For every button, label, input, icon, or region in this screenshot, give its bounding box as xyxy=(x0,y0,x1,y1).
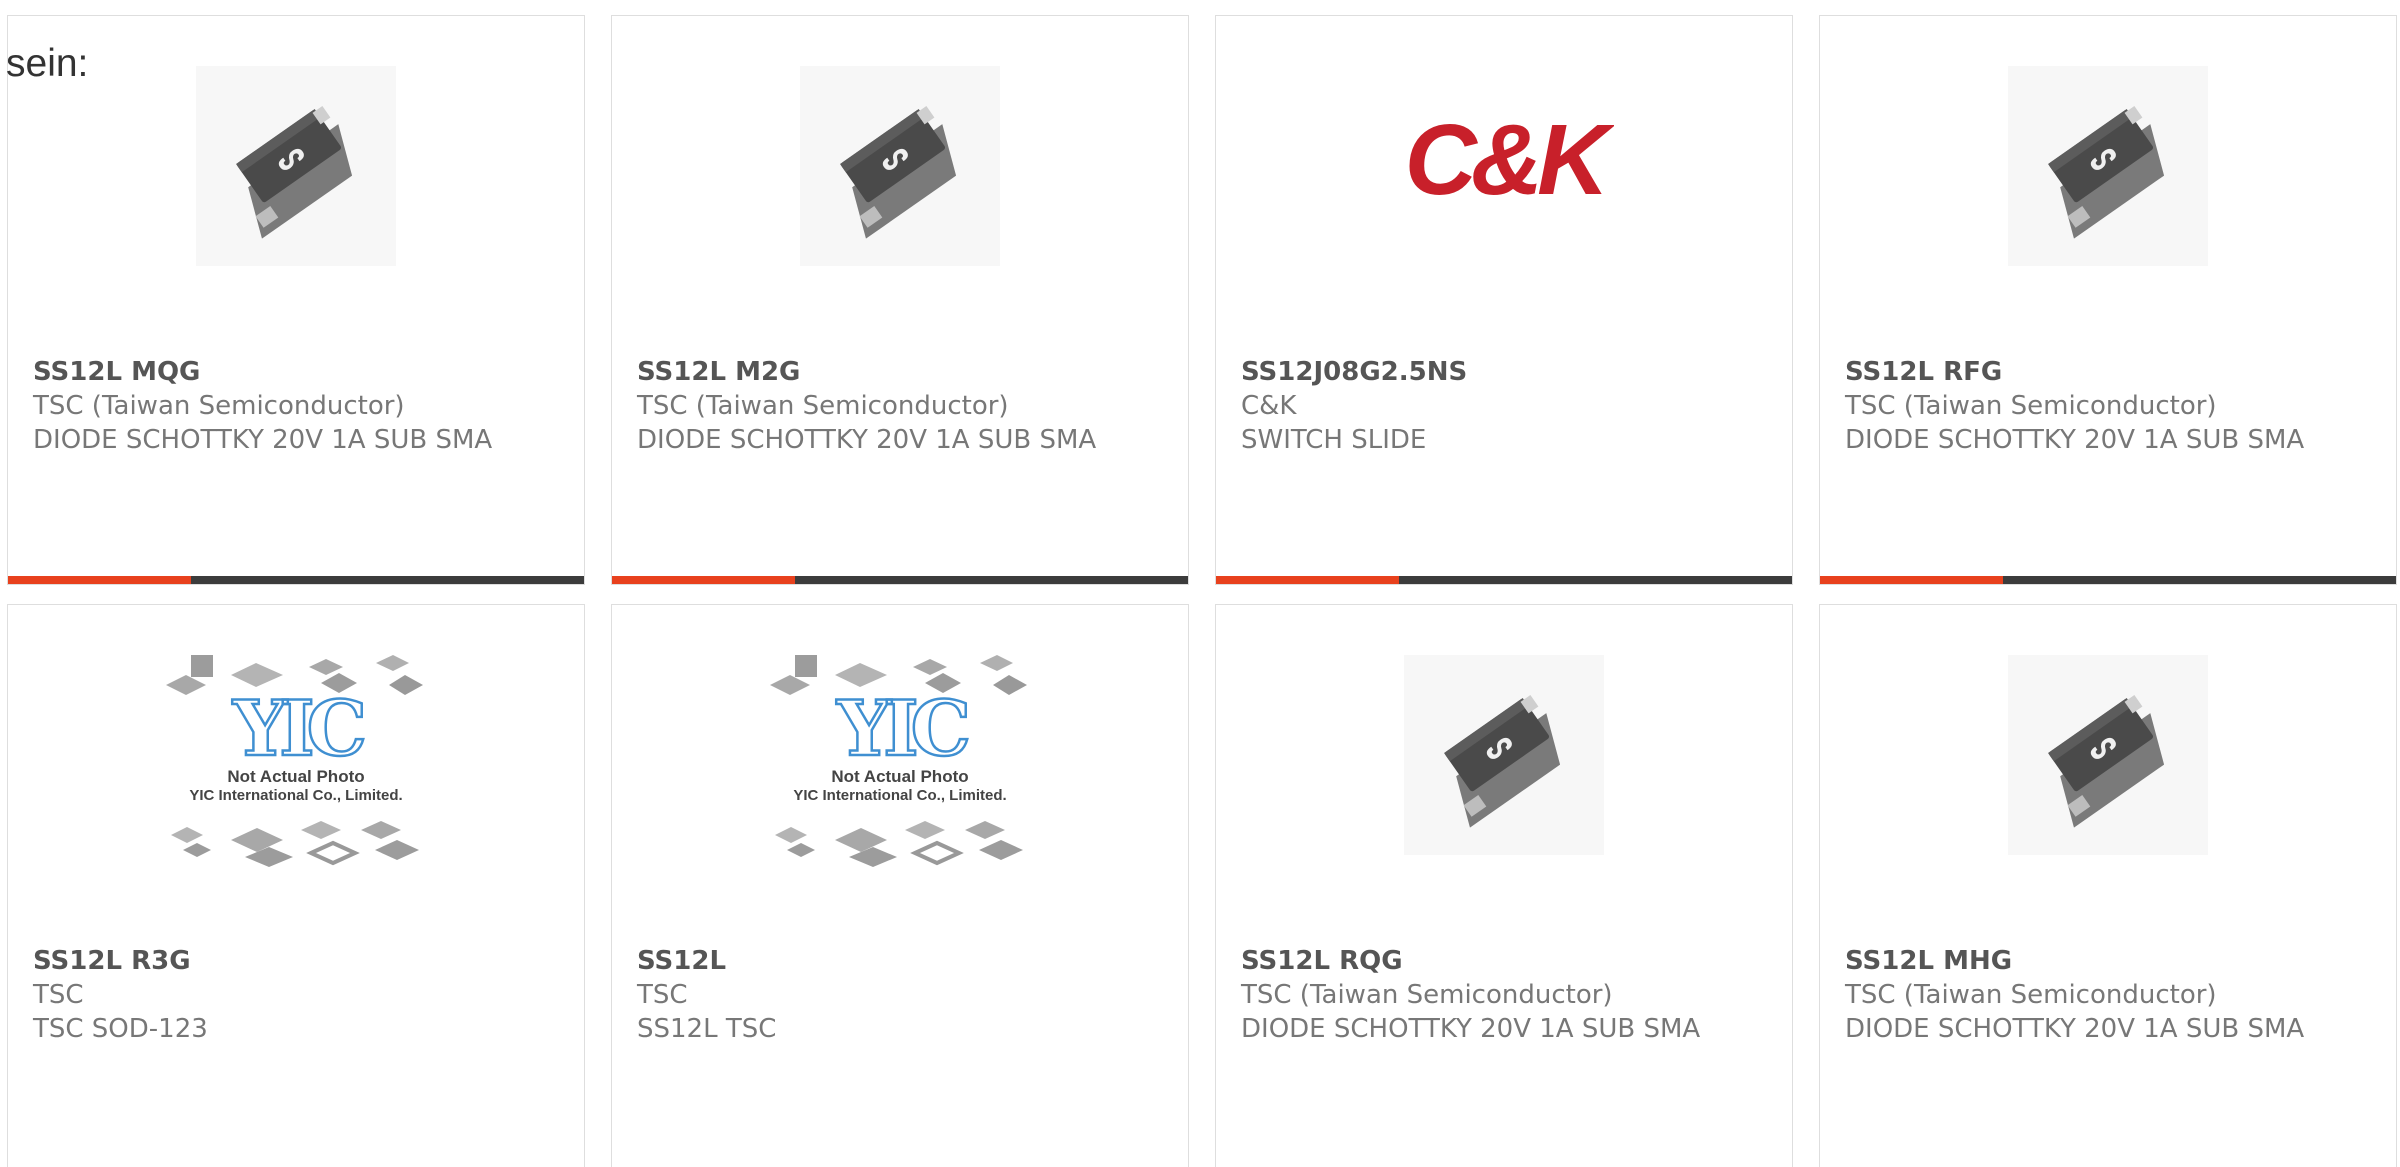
sma-diode-icon: ᔕ xyxy=(2008,66,2208,266)
sma-diode-icon: ᔕ xyxy=(196,66,396,266)
product-image[interactable]: ᔕ xyxy=(1820,645,2396,865)
product-card[interactable]: ᔕ SS12L RQG TSC (Taiwan Semiconductor) D… xyxy=(1215,604,1793,1167)
product-card[interactable]: YIC Not Actual Photo YIC International C… xyxy=(7,604,585,1167)
manufacturer-text: TSC (Taiwan Semiconductor) xyxy=(1845,391,2217,421)
product-card[interactable]: ᔕ SS12L MHG TSC (Taiwan Semiconductor) D… xyxy=(1819,604,2397,1167)
manufacturer-text: TSC (Taiwan Semiconductor) xyxy=(1241,980,1613,1010)
product-card[interactable]: C&K ® SS12J08G2.5NS C&K SWITCH SLIDE xyxy=(1215,15,1793,585)
intro-text: sein: xyxy=(6,42,89,85)
manufacturer-text: TSC (Taiwan Semiconductor) xyxy=(33,391,405,421)
manufacturer-text: TSC (Taiwan Semiconductor) xyxy=(637,391,1009,421)
product-info: SS12L MHG TSC (Taiwan Semiconductor) DIO… xyxy=(1845,944,2376,1046)
yic-company-text: YIC International Co., Limited. xyxy=(189,787,403,804)
part-number-link[interactable]: SS12L xyxy=(637,944,1168,978)
product-info: SS12L TSC SS12L TSC xyxy=(637,944,1168,1046)
description-text: DIODE SCHOTTKY 20V 1A SUB SMA xyxy=(1845,425,2305,455)
product-info: SS12L M2G TSC (Taiwan Semiconductor) DIO… xyxy=(637,355,1168,457)
product-card[interactable]: ᔕ SS12L M2G TSC (Taiwan Semiconductor) D… xyxy=(611,15,1189,585)
description-text: DIODE SCHOTTKY 20V 1A SUB SMA xyxy=(1241,1014,1701,1044)
part-number-link[interactable]: SS12J08G2.5NS xyxy=(1241,355,1772,389)
product-card[interactable]: ᔕ SS12L MQG TSC (Taiwan Semiconductor) D… xyxy=(7,15,585,585)
card-accent-bar xyxy=(612,576,795,584)
product-image[interactable]: ᔕ xyxy=(8,56,584,276)
sma-diode-icon: ᔕ xyxy=(1404,655,1604,855)
product-image[interactable]: YIC Not Actual Photo YIC International C… xyxy=(8,645,584,867)
part-number-link[interactable]: SS12L MQG xyxy=(33,355,564,389)
not-actual-photo-text: Not Actual Photo xyxy=(227,767,365,786)
card-bottom-bar xyxy=(8,576,584,584)
part-number-link[interactable]: SS12L R3G xyxy=(33,944,564,978)
part-number-link[interactable]: SS12L M2G xyxy=(637,355,1168,389)
ck-logo-icon: C&K ® xyxy=(1405,106,1614,216)
part-number-link[interactable]: SS12L MHG xyxy=(1845,944,2376,978)
manufacturer-text: TSC (Taiwan Semiconductor) xyxy=(1845,980,2217,1010)
manufacturer-text: C&K xyxy=(1241,391,1297,421)
product-info: SS12L MQG TSC (Taiwan Semiconductor) DIO… xyxy=(33,355,564,457)
not-actual-photo-placeholder: YIC Not Actual Photo YIC International C… xyxy=(765,635,1035,875)
product-card[interactable]: ᔕ SS12L RFG TSC (Taiwan Semiconductor) D… xyxy=(1819,15,2397,585)
card-bottom-bar xyxy=(1216,576,1792,584)
product-image[interactable]: C&K ® xyxy=(1216,56,1792,276)
chip-packages-icon: YIC xyxy=(166,655,423,867)
not-actual-photo-placeholder: YIC Not Actual Photo YIC International C… xyxy=(161,635,431,875)
description-text: TSC SOD-123 xyxy=(33,1014,208,1044)
product-info: SS12L RFG TSC (Taiwan Semiconductor) DIO… xyxy=(1845,355,2376,457)
yic-logo-text: YIC xyxy=(836,684,968,773)
product-info: SS12L RQG TSC (Taiwan Semiconductor) DIO… xyxy=(1241,944,1772,1046)
yic-logo-text: YIC xyxy=(232,684,364,773)
card-accent-bar xyxy=(8,576,191,584)
card-accent-bar xyxy=(1216,576,1399,584)
chip-packages-icon: YIC xyxy=(770,655,1027,867)
product-image[interactable]: ᔕ xyxy=(612,56,1188,276)
card-bottom-bar xyxy=(1820,576,2396,584)
sma-diode-icon: ᔕ xyxy=(800,66,1000,266)
product-image[interactable]: ᔕ xyxy=(1216,645,1792,865)
product-grid-page: sein: ᔕ SS12L MQG TSC (Taiwan Semiconduc… xyxy=(0,0,2400,1167)
product-info: SS12L R3G TSC TSC SOD-123 xyxy=(33,944,564,1046)
product-info: SS12J08G2.5NS C&K SWITCH SLIDE xyxy=(1241,355,1772,457)
description-text: DIODE SCHOTTKY 20V 1A SUB SMA xyxy=(33,425,493,455)
manufacturer-text: TSC xyxy=(637,980,688,1010)
svg-text:®: ® xyxy=(1596,128,1604,139)
ck-logo-text: C&K xyxy=(1405,106,1614,216)
product-card[interactable]: YIC Not Actual Photo YIC International C… xyxy=(611,604,1189,1167)
part-number-link[interactable]: SS12L RFG xyxy=(1845,355,2376,389)
yic-company-text: YIC International Co., Limited. xyxy=(793,787,1007,804)
not-actual-photo-text: Not Actual Photo xyxy=(831,767,969,786)
description-text: DIODE SCHOTTKY 20V 1A SUB SMA xyxy=(1845,1014,2305,1044)
card-bottom-bar xyxy=(612,576,1188,584)
description-text: SS12L TSC xyxy=(637,1014,777,1044)
description-text: SWITCH SLIDE xyxy=(1241,425,1427,455)
product-image[interactable]: YIC Not Actual Photo YIC International C… xyxy=(612,645,1188,867)
description-text: DIODE SCHOTTKY 20V 1A SUB SMA xyxy=(637,425,1097,455)
card-accent-bar xyxy=(1820,576,2003,584)
manufacturer-text: TSC xyxy=(33,980,84,1010)
product-image[interactable]: ᔕ xyxy=(1820,56,2396,276)
sma-diode-icon: ᔕ xyxy=(2008,655,2208,855)
part-number-link[interactable]: SS12L RQG xyxy=(1241,944,1772,978)
